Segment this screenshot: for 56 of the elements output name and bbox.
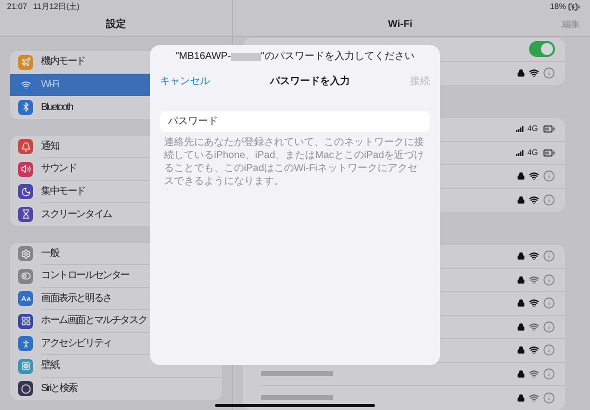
item-label: ホーム画面とマルチタスク (41, 314, 147, 328)
item-label: Bluetooth (41, 100, 72, 115)
pane-title: Wi-Fi (388, 18, 412, 32)
item-label: Siriと検索 (41, 382, 78, 396)
cancel-button[interactable]: キャンセル (160, 74, 210, 89)
item-label: 一般 (41, 246, 59, 261)
info-icon[interactable] (543, 392, 555, 404)
info-icon[interactable] (543, 250, 555, 262)
redacted-network-name (261, 371, 333, 376)
info-icon[interactable] (543, 297, 555, 310)
battery-percent: 18% (550, 0, 566, 12)
info-icon[interactable] (543, 67, 555, 80)
sidebar-title: 設定 (106, 17, 126, 32)
lock-icon (517, 172, 525, 180)
info-icon[interactable] (543, 368, 555, 380)
item-label: サウンド (41, 162, 76, 176)
item-label: スクリーンタイム (41, 208, 112, 222)
cell-signal-icon (516, 150, 524, 156)
item-label: 通知 (41, 140, 59, 154)
item-label: Wi-Fi (41, 78, 58, 92)
battery-charging-icon (568, 0, 580, 12)
item-label: コントロールセンター (41, 269, 130, 284)
status-time: 21:07 (7, 0, 28, 12)
wifi-toggle[interactable] (529, 41, 555, 58)
item-label: 機内モード (41, 54, 86, 70)
item-label: アクセシビリティ (41, 336, 112, 351)
redacted-network-name (261, 395, 333, 400)
item-label: 画面表示と明るさ (41, 292, 112, 306)
info-icon[interactable] (543, 194, 555, 206)
hint-text: 連絡先にあなたが登録されていて、このネットワークに接続しているiPhone、iPad、またはMacとこのiPadを近づけることでも、このiPadはこのWi-Fiネットワークにアクセスできるようになります。 (163, 136, 426, 188)
lock-icon (517, 196, 525, 204)
lock-icon (517, 252, 525, 260)
battery-icon (543, 123, 555, 136)
item-label: 壁紙 (41, 358, 59, 374)
lock-icon (517, 322, 525, 331)
item-label: 集中モード (41, 184, 86, 199)
cell-signal-icon (516, 126, 524, 132)
info-icon[interactable] (543, 344, 555, 356)
network-type: 4G (527, 123, 538, 136)
dialog-title: パスワードを入力 (270, 74, 350, 89)
info-icon[interactable] (543, 170, 555, 182)
battery-icon (543, 146, 555, 159)
password-field[interactable]: パスワード (160, 111, 430, 132)
lock-icon (517, 346, 525, 354)
sidebar-item[interactable]: Siriと検索 (10, 378, 222, 400)
status-date: 11月12日(土) (33, 0, 80, 12)
lock-icon (517, 276, 525, 284)
lock-icon (517, 370, 525, 378)
info-icon[interactable] (543, 274, 555, 286)
network-type: 4G (527, 146, 538, 159)
lock-icon (517, 394, 525, 402)
lock-icon (517, 69, 525, 78)
lock-icon (517, 299, 525, 308)
sidebar-item[interactable]: スクリーンタイム (10, 203, 222, 226)
dialog-prompt: "MB16AWP- "のパスワードを入力してください (174, 50, 416, 64)
info-icon[interactable] (543, 320, 555, 333)
